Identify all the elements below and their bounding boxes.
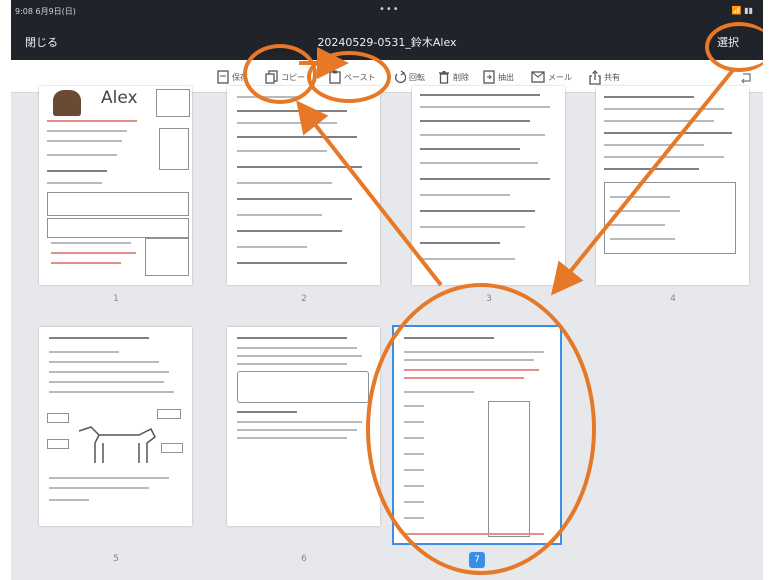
ipad-screen: 9:08 6月9日(日) ••• 📶 ▮▮ 閉じる 20240529-0531_… — [11, 0, 763, 580]
annotation-circle-paste — [307, 51, 391, 103]
annotation-circle-copy — [243, 44, 317, 104]
app-frame: 9:08 6月9日(日) ••• 📶 ▮▮ 閉じる 20240529-0531_… — [0, 0, 774, 580]
annotation-circle-page7 — [366, 283, 596, 575]
